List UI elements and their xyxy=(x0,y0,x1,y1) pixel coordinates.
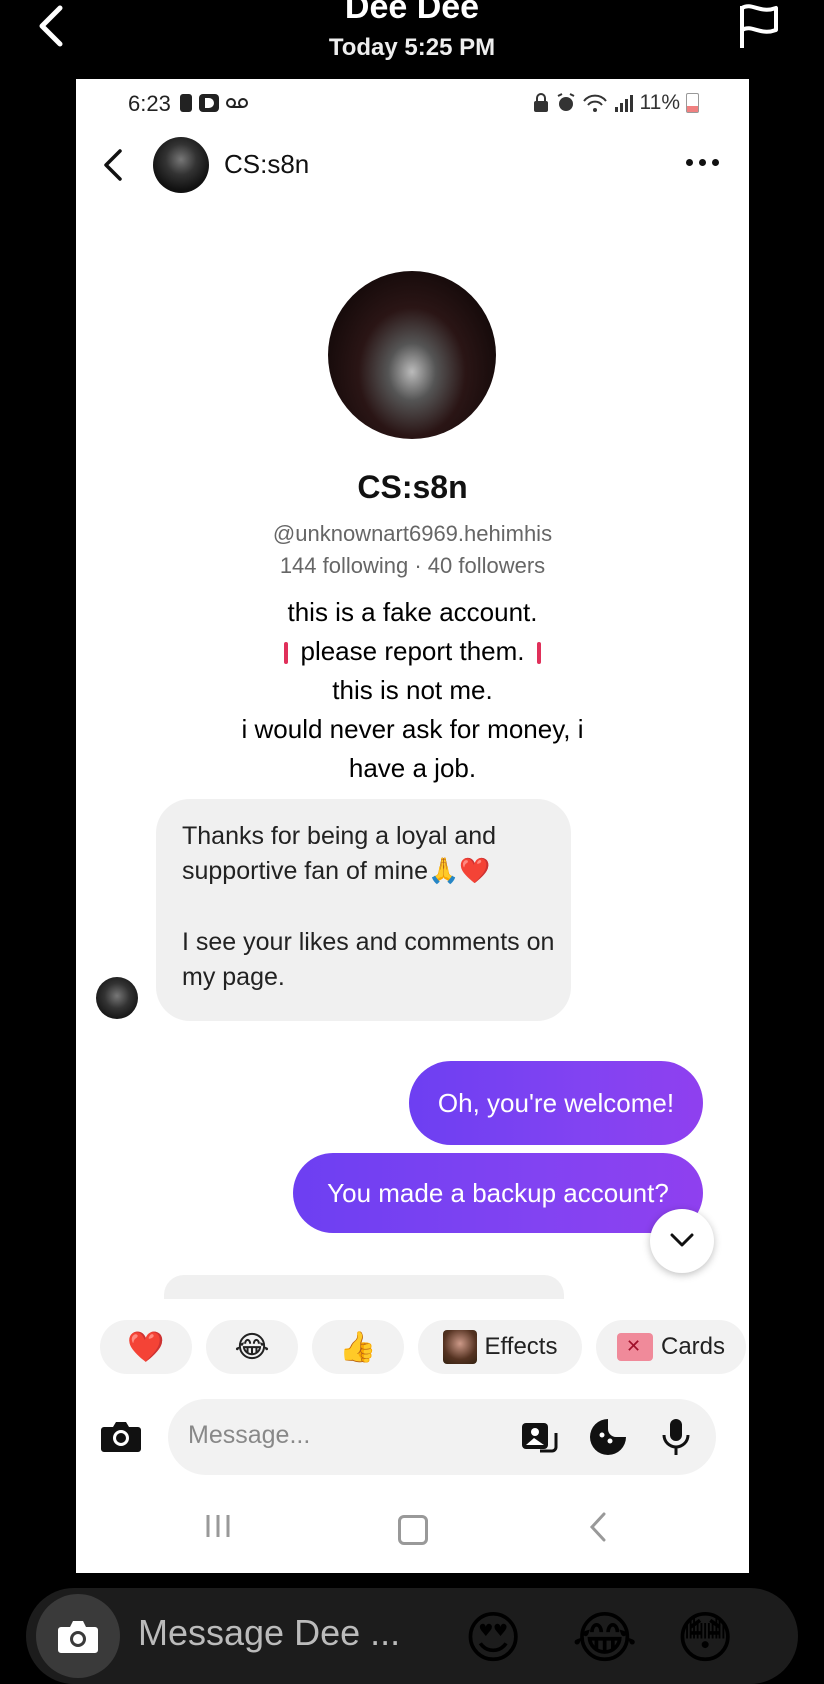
effects-label: Effects xyxy=(484,1333,558,1360)
wifi-icon xyxy=(582,94,607,112)
message-placeholder: Message... xyxy=(188,1421,311,1449)
caption-line: this is a fake account. xyxy=(287,597,538,627)
effects-button[interactable]: Effects xyxy=(418,1320,582,1374)
app-d-icon xyxy=(199,94,219,112)
laugh-emoji: 😂 xyxy=(234,1330,270,1364)
dot xyxy=(712,159,719,166)
outgoing-message[interactable]: You made a backup account? xyxy=(293,1153,703,1233)
status-time: 6:23 xyxy=(128,91,171,116)
message-text: Thanks for being a loyal and supportive … xyxy=(182,822,497,885)
incoming-message[interactable]: Thanks for being a loyal and supportive … xyxy=(156,799,571,1021)
caption-line: have a job. xyxy=(348,753,477,783)
quick-reply-thumbs-up[interactable]: 👍 xyxy=(312,1320,404,1374)
thumbs-up-emoji: 👍 xyxy=(339,1330,377,1364)
cards-label: Cards xyxy=(660,1333,726,1360)
notification-icon xyxy=(180,94,192,112)
alarm-icon xyxy=(557,93,574,111)
scroll-to-bottom-button[interactable] xyxy=(650,1209,714,1273)
message-text: I see your likes and comments on my page… xyxy=(182,928,555,991)
profile-stats: 144 following · 40 followers xyxy=(279,553,546,578)
chevron-left-icon[interactable] xyxy=(102,147,124,183)
effects-thumbnail xyxy=(442,1330,477,1364)
flushed-emoji-button[interactable]: 😳 xyxy=(676,1608,734,1668)
heart-emoji: ❤️ xyxy=(127,1330,165,1364)
caption-line: i would never ask for money, i xyxy=(241,714,584,744)
more-options-icon[interactable] xyxy=(686,159,719,166)
dot xyxy=(699,159,706,166)
outer-composer: Message Dee ... 😍 😂 😳 xyxy=(26,1588,798,1684)
chevron-down-icon xyxy=(670,1233,694,1247)
shared-screenshot: 6:23 11% CS:s8n CS:s8n @unknownart6969.h… xyxy=(76,79,749,1573)
battery-icon xyxy=(686,93,699,113)
outgoing-message[interactable]: Oh, you're welcome! xyxy=(409,1061,703,1145)
outer-message-input[interactable]: Message Dee ... xyxy=(138,1612,400,1654)
recent-apps-icon[interactable] xyxy=(204,1513,232,1539)
message-input[interactable]: Message... xyxy=(168,1399,716,1475)
contact-name[interactable]: CS:s8n xyxy=(224,149,309,180)
camera-icon xyxy=(58,1621,98,1653)
incoming-message-partial xyxy=(164,1275,564,1299)
caption-line: this is not me. xyxy=(332,675,493,705)
laugh-emoji-button[interactable]: 😂 xyxy=(572,1608,637,1668)
contact-avatar[interactable] xyxy=(153,137,209,193)
cards-button[interactable]: Cards xyxy=(596,1320,746,1374)
status-notification-icons xyxy=(180,93,248,113)
report-flag-icon[interactable] xyxy=(736,2,782,50)
status-system-icons: 11% xyxy=(532,91,699,115)
android-nav-bar xyxy=(76,1509,749,1559)
profile-avatar[interactable] xyxy=(328,271,496,439)
caption-line: please report them. xyxy=(300,636,525,666)
profile-name: CS:s8n xyxy=(357,469,468,505)
cards-icon xyxy=(616,1333,653,1361)
microphone-icon[interactable] xyxy=(656,1417,696,1457)
gallery-icon[interactable] xyxy=(518,1417,558,1457)
signal-icon xyxy=(614,95,633,112)
voicemail-icon xyxy=(226,98,248,108)
nav-back-icon[interactable] xyxy=(588,1511,608,1543)
status-bar: 6:23 11% xyxy=(76,89,749,119)
dot xyxy=(686,159,693,166)
conversation-timestamp: Today 5:25 PM xyxy=(328,34,496,61)
highlight-mark xyxy=(536,642,541,665)
camera-button[interactable] xyxy=(36,1594,120,1678)
heart-eyes-emoji-button[interactable]: 😍 xyxy=(464,1608,522,1668)
quick-reply-laugh[interactable]: 😂 xyxy=(206,1320,298,1374)
warning-caption: this is a fake account. please report th… xyxy=(186,593,639,788)
quick-reply-bar: ❤️ 😂 👍 Effects Cards xyxy=(100,1320,749,1374)
home-icon[interactable] xyxy=(398,1515,428,1545)
story-header: Dee Dee Today 5:25 PM xyxy=(0,0,824,78)
profile-handle: @unknownart6969.hehimhis xyxy=(272,521,553,546)
lock-icon xyxy=(533,93,548,112)
message-composer: Message... xyxy=(76,1399,749,1479)
highlight-mark xyxy=(284,642,289,665)
quick-reply-heart[interactable]: ❤️ xyxy=(100,1320,192,1374)
conversation-title: Dee Dee xyxy=(344,0,480,26)
chat-header: CS:s8n xyxy=(76,135,749,199)
battery-percent: 11% xyxy=(639,91,680,114)
sticker-icon[interactable] xyxy=(588,1417,628,1457)
caption-line-marked: please report them. xyxy=(186,632,639,671)
sender-avatar[interactable] xyxy=(96,977,138,1019)
camera-icon[interactable] xyxy=(100,1419,142,1453)
